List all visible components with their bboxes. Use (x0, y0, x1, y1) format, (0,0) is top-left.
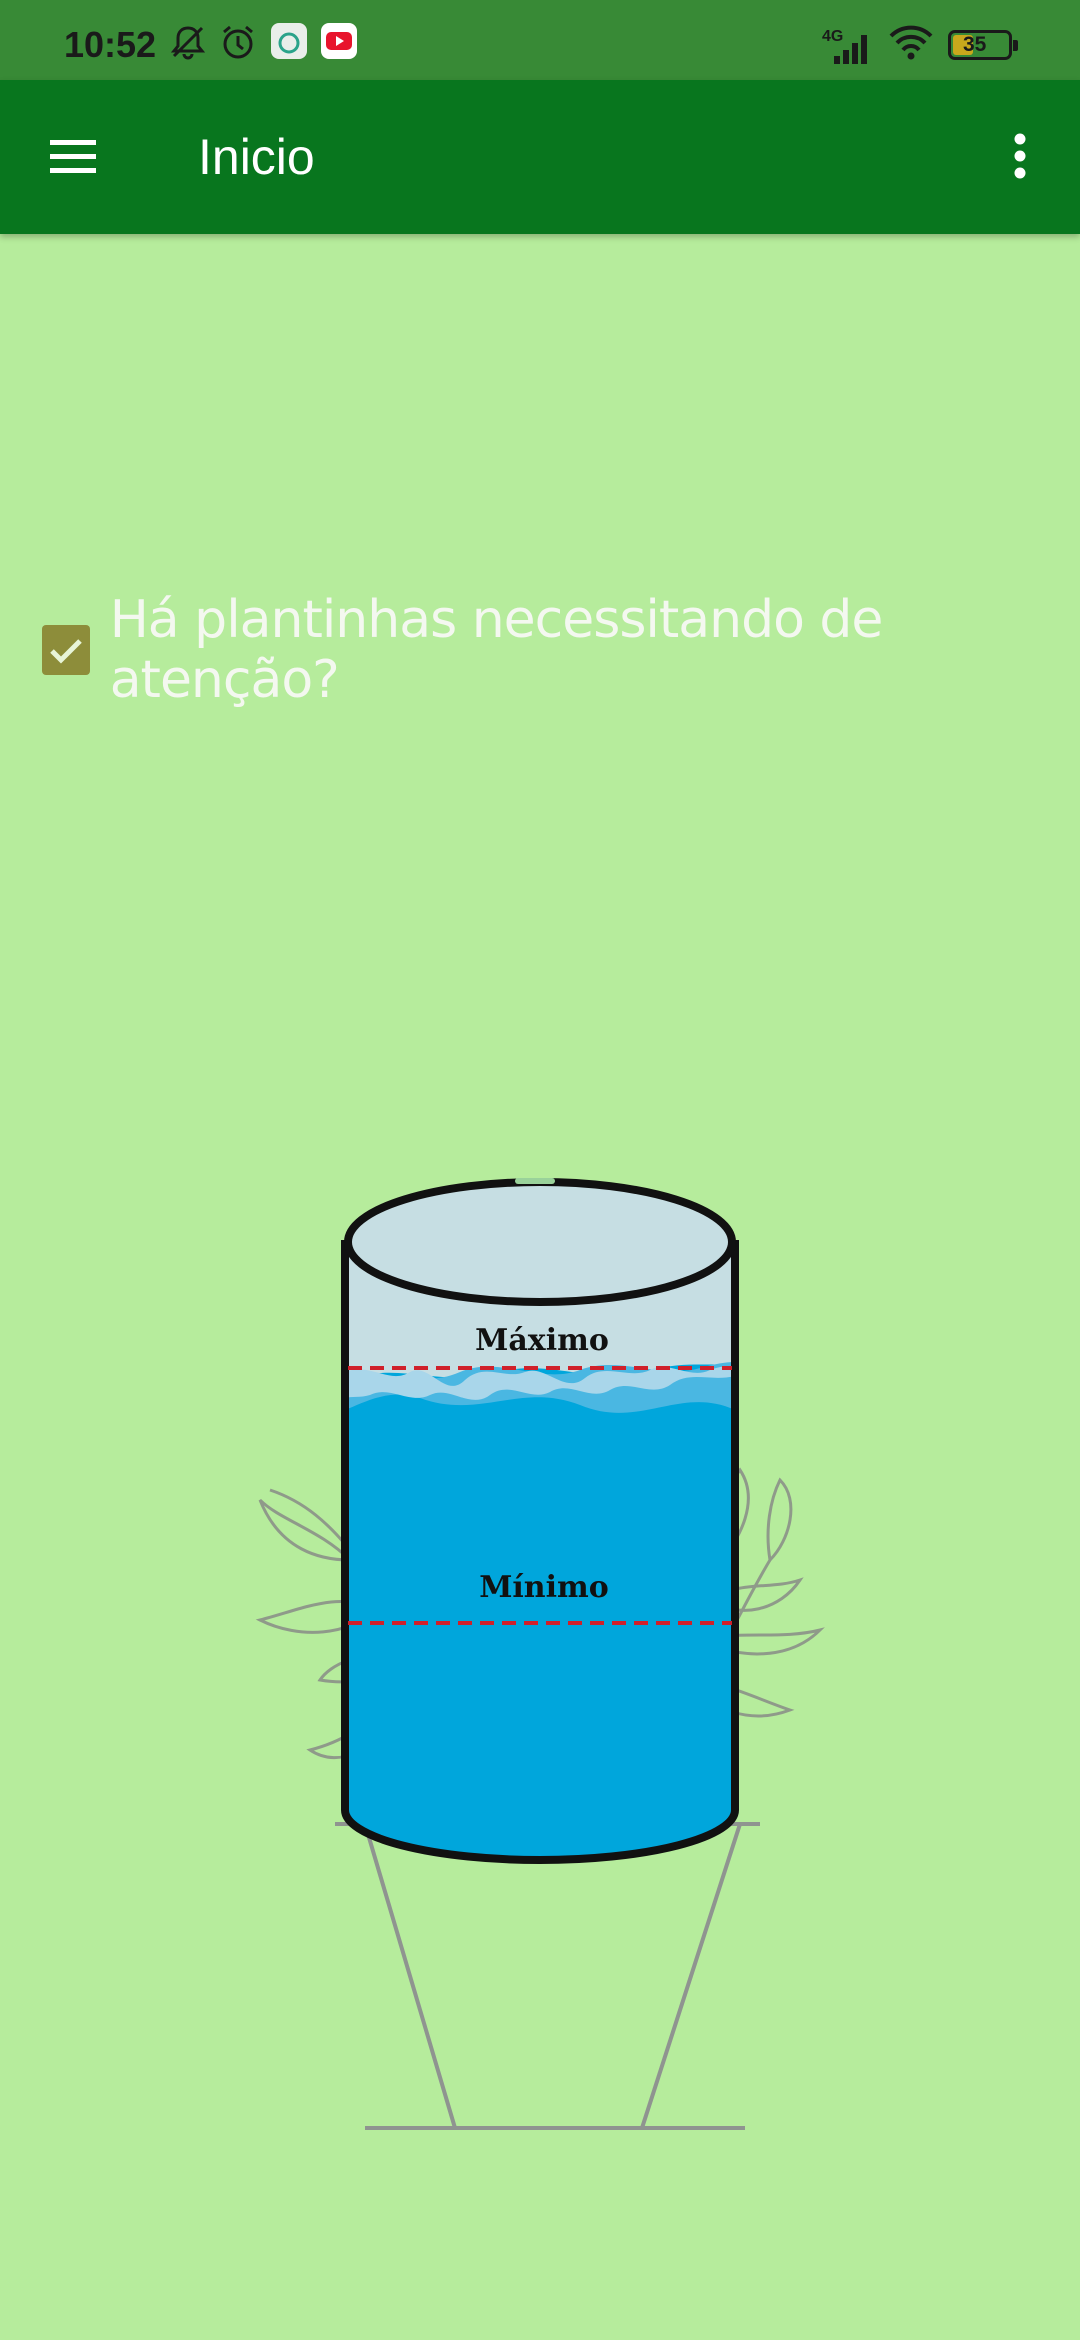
youtube-icon (321, 23, 357, 59)
attention-checkbox[interactable] (42, 625, 90, 675)
battery-icon: 35 (948, 30, 1018, 60)
attention-checkbox-label: Há plantinhas necessitando de atenção? (109, 590, 884, 710)
tank-stand (335, 1822, 760, 2130)
app-bar: Inicio (0, 80, 1080, 234)
min-level-label: Mínimo (479, 1570, 609, 1605)
hamburger-menu-icon (50, 140, 102, 173)
app-notification-icon (271, 23, 307, 59)
status-bar: 10:52 4G 35 (0, 0, 1080, 80)
status-time: 10:52 (64, 24, 157, 65)
tank-lid (344, 1178, 736, 1306)
mute-icon (170, 26, 206, 60)
page-title: Inicio (198, 129, 315, 185)
menu-button[interactable] (36, 122, 116, 192)
signal-icon (834, 35, 867, 64)
overflow-menu-button[interactable] (1000, 122, 1040, 192)
more-vert-icon (1014, 133, 1026, 179)
battery-level: 35 (963, 33, 987, 56)
water-tank-illustration: Máximo Mínimo (255, 1178, 825, 2130)
max-level-label: Máximo (475, 1323, 609, 1358)
wifi-icon (889, 25, 933, 60)
attention-checkbox-row[interactable]: Há plantinhas necessitando de atenção? (42, 590, 1080, 710)
alarm-icon (223, 25, 253, 59)
checkmark-icon (50, 639, 82, 664)
